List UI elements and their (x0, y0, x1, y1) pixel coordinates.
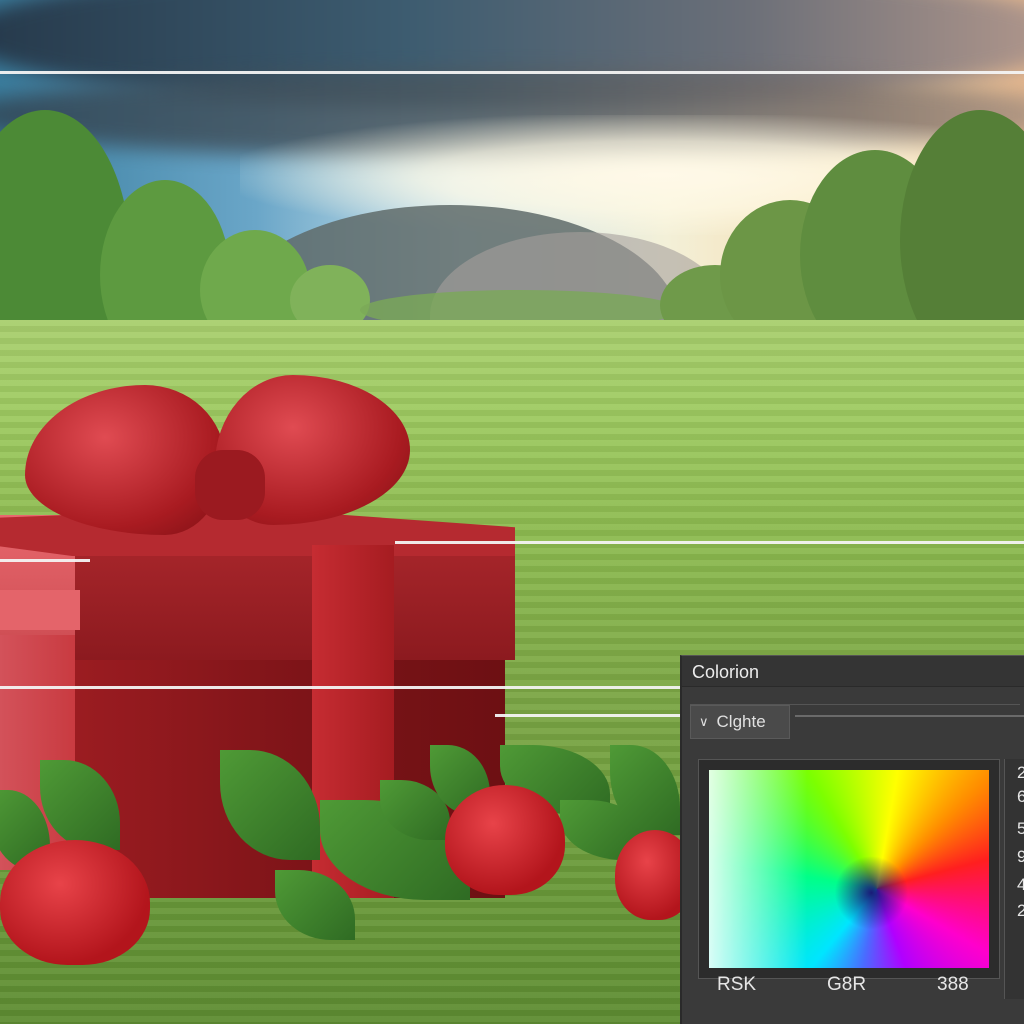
value-readout: 6 (1017, 787, 1024, 806)
color-spectrum[interactable] (709, 770, 989, 968)
section-toggle-button[interactable]: ∨ Clghte (690, 705, 790, 739)
axis-label: 388 (937, 974, 969, 995)
axis-label: RSK (717, 974, 757, 995)
divider (795, 715, 1024, 717)
value-readout: 5 (1017, 819, 1024, 838)
value-readout: 4 (1017, 875, 1024, 894)
value-readout: 2 (1017, 763, 1024, 782)
section-header: ∨ Clghte (690, 704, 1024, 741)
panel-title: Colorion (692, 662, 760, 682)
guide-line (0, 559, 90, 562)
section-label: Clghte (716, 712, 766, 731)
guide-line (495, 714, 680, 717)
guide-line (0, 686, 680, 689)
guide-line (395, 541, 1024, 544)
gift-bow-knot (195, 450, 265, 520)
value-readout: 9 (1017, 847, 1024, 866)
chevron-down-icon: ∨ (699, 714, 709, 729)
guide-line (0, 71, 1024, 74)
color-panel: Colorion ∨ Clghte RSK G8R 388 2 6 5 9 4 … (680, 655, 1024, 1024)
panel-title-bar[interactable]: Colorion (682, 656, 1024, 687)
gift-box-lid (75, 540, 515, 660)
axis-label: G8R (827, 974, 867, 995)
heart (0, 840, 150, 965)
color-picker-frame (698, 759, 1000, 979)
value-readout: 2 (1017, 901, 1024, 920)
value-column: 2 6 5 9 4 2 (1004, 759, 1024, 999)
picker-axis-labels: RSK G8R 388 (717, 974, 977, 998)
heart (445, 785, 565, 895)
gift-ribbon (0, 590, 80, 630)
